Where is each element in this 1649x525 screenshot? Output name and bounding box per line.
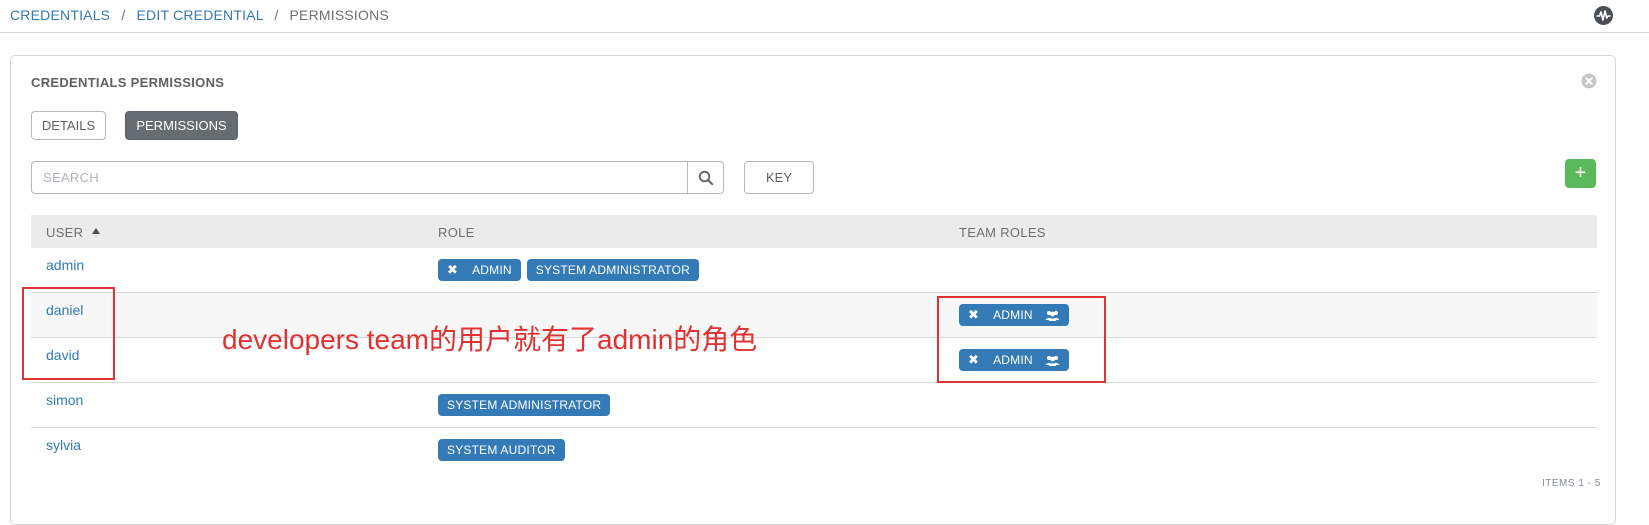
tab-details[interactable]: DETAILS xyxy=(31,111,106,140)
role-label: ADMIN xyxy=(472,263,512,277)
breadcrumb-separator: / xyxy=(121,7,126,23)
search-icon xyxy=(698,170,714,186)
role-list: SYSTEM ADMINISTRATOR xyxy=(438,394,611,416)
annotation-text: developers team的用户就有了admin的角色 xyxy=(222,324,758,355)
table-header: USER ROLE TEAM ROLES xyxy=(31,215,1597,248)
breadcrumb-edit-credential[interactable]: EDIT CREDENTIAL xyxy=(137,7,264,23)
column-header-role: ROLE xyxy=(438,225,475,240)
annotation-box-team-roles xyxy=(937,296,1106,383)
column-header-team-roles: TEAM ROLES xyxy=(959,225,1046,240)
role-chip: ✖ ADMIN xyxy=(438,259,521,281)
user-link[interactable]: sylvia xyxy=(46,437,81,453)
breadcrumb-bar: CREDENTIALS / EDIT CREDENTIAL / PERMISSI… xyxy=(0,0,1649,33)
role-chip: SYSTEM ADMINISTRATOR xyxy=(438,394,611,416)
breadcrumb-credentials[interactable]: CREDENTIALS xyxy=(10,7,110,23)
role-label: SYSTEM ADMINISTRATOR xyxy=(447,398,602,412)
role-list: ✖ ADMIN SYSTEM ADMINISTRATOR xyxy=(438,259,700,281)
role-label: SYSTEM ADMINISTRATOR xyxy=(535,263,691,277)
panel-title: CREDENTIALS PERMISSIONS xyxy=(31,75,225,90)
breadcrumb-separator: / xyxy=(274,7,279,23)
remove-x-icon[interactable]: ✖ xyxy=(447,262,458,278)
role-chip: SYSTEM AUDITOR xyxy=(438,439,565,461)
table-row: sylvia SYSTEM AUDITOR xyxy=(31,428,1597,473)
key-button[interactable]: KEY xyxy=(744,161,814,194)
permissions-panel: CREDENTIALS PERMISSIONS DETAILS PERMISSI… xyxy=(10,55,1616,525)
breadcrumb-current: PERMISSIONS xyxy=(289,7,389,23)
role-list: SYSTEM AUDITOR xyxy=(438,439,565,461)
close-icon[interactable] xyxy=(1581,73,1597,89)
activity-icon[interactable] xyxy=(1594,6,1613,25)
search-bar xyxy=(31,161,724,194)
add-permission-button[interactable]: + xyxy=(1565,159,1596,188)
sort-asc-icon[interactable] xyxy=(92,228,100,234)
user-link[interactable]: admin xyxy=(46,257,84,273)
column-header-user[interactable]: USER xyxy=(46,225,83,240)
search-input[interactable] xyxy=(31,161,688,194)
table-row: simon SYSTEM ADMINISTRATOR xyxy=(31,383,1597,428)
tab-permissions[interactable]: PERMISSIONS xyxy=(125,111,238,140)
role-chip: SYSTEM ADMINISTRATOR xyxy=(526,259,700,281)
annotation-box-users xyxy=(22,287,115,380)
items-count: ITEMS 1 - 5 xyxy=(1542,478,1601,489)
role-label: SYSTEM AUDITOR xyxy=(447,443,556,457)
table-row: admin ✖ ADMIN SYSTEM ADMINISTRATOR xyxy=(31,248,1597,293)
breadcrumb: CREDENTIALS / EDIT CREDENTIAL / PERMISSI… xyxy=(10,7,389,23)
search-button[interactable] xyxy=(687,161,724,194)
user-link[interactable]: simon xyxy=(46,392,83,408)
